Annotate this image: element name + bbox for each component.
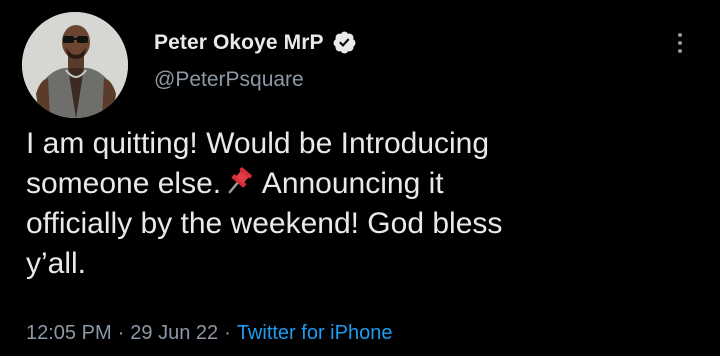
tweet-line: y’all. — [26, 247, 87, 280]
tweet-meta: 12:05 PM · 29 Jun 22 · Twitter for iPhone — [26, 322, 392, 345]
avatar[interactable] — [22, 12, 128, 118]
tweet-card: Peter Okoye MrP @PeterPsquare I am quitt… — [0, 0, 720, 356]
more-dot-icon — [678, 49, 682, 53]
tweet-time[interactable]: 12:05 PM — [26, 322, 112, 344]
verified-badge-icon — [332, 30, 357, 55]
tweet-source-link[interactable]: Twitter for iPhone — [237, 322, 393, 344]
pushpin-emoji-icon — [221, 167, 255, 197]
meta-separator: · — [224, 322, 231, 344]
tweet-date[interactable]: 29 Jun 22 — [130, 322, 218, 344]
tweet-line: someone else. Announcing it — [26, 164, 686, 204]
handle[interactable]: @PeterPsquare — [154, 68, 357, 92]
tweet-text: I am quitting! Would be Introducing some… — [26, 124, 686, 284]
tweet-text-segment: someone else. — [26, 167, 222, 200]
more-options-icon[interactable] — [670, 28, 690, 58]
more-dot-icon — [678, 33, 682, 37]
display-name[interactable]: Peter Okoye MrP — [154, 31, 324, 55]
author-block: Peter Okoye MrP @PeterPsquare — [154, 30, 357, 92]
tweet-line: officially by the weekend! God bless — [26, 207, 503, 240]
name-row: Peter Okoye MrP — [154, 30, 357, 55]
tweet-text-segment: Announcing it — [255, 167, 444, 200]
tweet-line: I am quitting! Would be Introducing — [26, 127, 490, 160]
meta-separator: · — [117, 322, 125, 344]
more-dot-icon — [678, 41, 682, 45]
